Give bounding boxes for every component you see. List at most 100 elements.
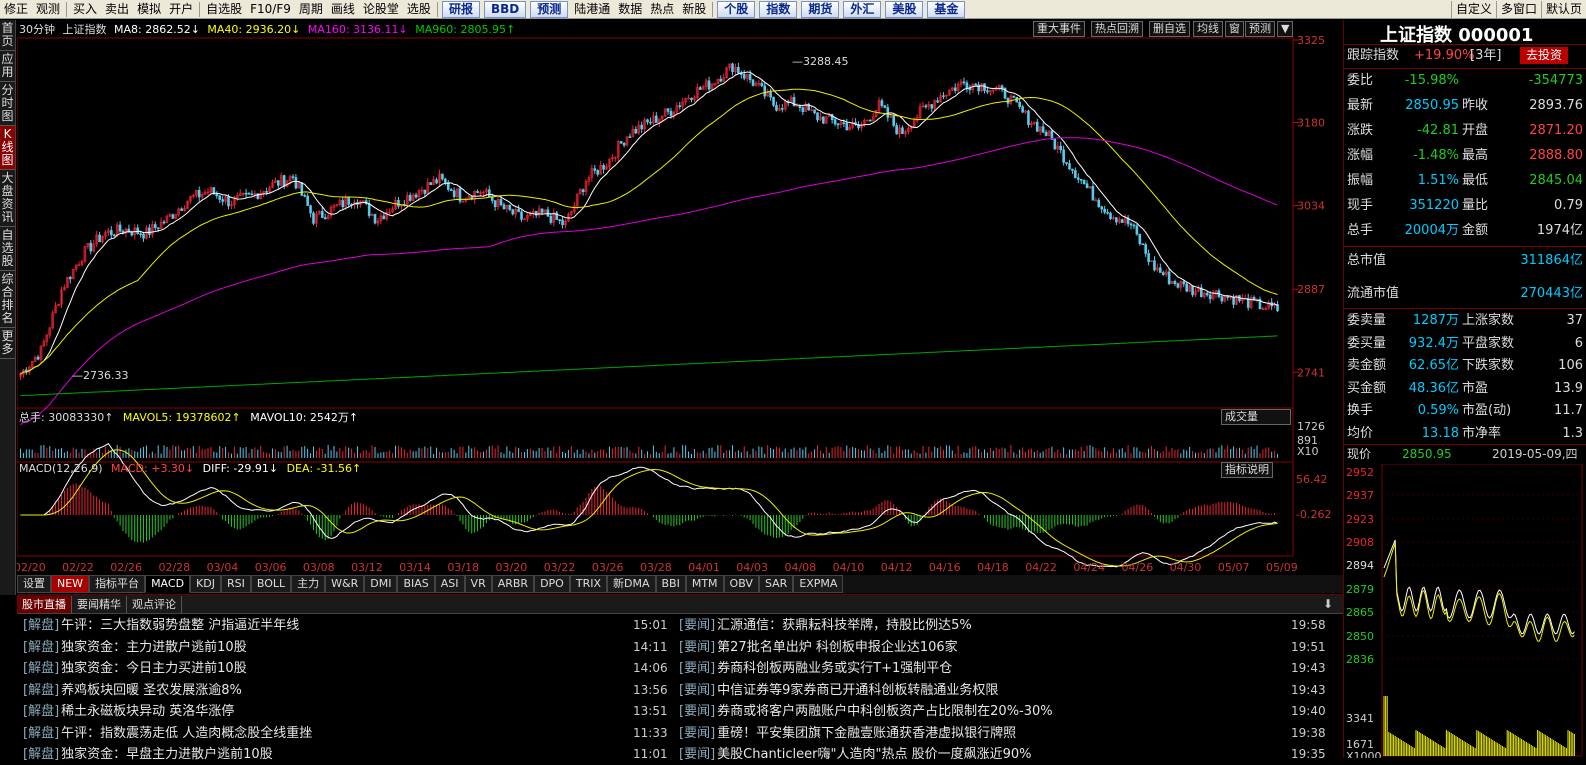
indicator-tab-4[interactable]: KDJ bbox=[190, 575, 221, 593]
indicator-tab-11[interactable]: ASI bbox=[434, 575, 465, 593]
chart-button-1[interactable]: 热点回溯 bbox=[1091, 21, 1143, 37]
news-title[interactable]: 重磅！平安集团旗下金融壹账通获香港虚拟银行牌照 bbox=[717, 726, 1016, 741]
news-item-left[interactable]: [解盘] 独家资金：今日主力买进前10股 14:06 bbox=[23, 658, 668, 679]
indicator-tab-8[interactable]: W&R bbox=[325, 575, 365, 593]
toolbar-right-1[interactable]: 多窗口 bbox=[1495, 0, 1541, 18]
indicator-tab-18[interactable]: MTM bbox=[685, 575, 724, 593]
invest-button[interactable]: 去投资 bbox=[1520, 47, 1569, 64]
toolbar-button-2[interactable]: 预测 bbox=[530, 0, 569, 18]
indicator-tab-21[interactable]: EXPMA bbox=[793, 575, 844, 593]
indicator-help-button[interactable]: 指标说明 bbox=[1221, 462, 1273, 478]
news-title[interactable]: 独家资金：主力进散户逃前10股 bbox=[61, 640, 247, 655]
news-item-right[interactable]: [要闻] 汇源通信：获鼎耘科技举牌，持股比例达5% 19:58 bbox=[679, 615, 1326, 636]
news-title[interactable]: 中信证券等9家券商已开通科创板转融通业务权限 bbox=[717, 683, 998, 698]
indicator-tab-20[interactable]: SAR bbox=[758, 575, 794, 593]
chart-button-0[interactable]: 重大事件 bbox=[1033, 21, 1085, 37]
indicator-tab-15[interactable]: TRIX bbox=[569, 575, 607, 593]
toolbar-item-10[interactable]: 论股堂 bbox=[359, 1, 403, 18]
toolbar-button-3[interactable]: 陆港通 bbox=[570, 1, 614, 18]
news-item-left[interactable]: [解盘] 独家资金：主力进散户逃前10股 14:11 bbox=[23, 637, 668, 658]
toolbar-button-11[interactable]: 美股 bbox=[885, 0, 924, 18]
news-item-left[interactable]: [解盘] 稀土永磁板块异动 英洛华涨停 13:51 bbox=[23, 701, 668, 722]
news-item-right[interactable]: [要闻] 中信证券等9家券商已开通科创板转融通业务权限 19:43 bbox=[679, 680, 1326, 701]
indicator-tab-17[interactable]: BBI bbox=[655, 575, 686, 593]
left-nav-item-5[interactable]: 自选股 bbox=[0, 227, 15, 271]
download-icon[interactable]: ⬇ bbox=[1313, 597, 1343, 611]
period-label[interactable]: 30分钟 bbox=[19, 23, 55, 36]
left-nav-item-3[interactable]: K线图 bbox=[0, 126, 15, 170]
news-item-left[interactable]: [解盘] 养鸡板块回暖 圣农发展涨逾8% 13:56 bbox=[23, 680, 668, 701]
news-title[interactable]: 午评：指数震荡走低 人造肉概念股全线重挫 bbox=[61, 726, 312, 741]
left-nav-item-7[interactable]: 更多 bbox=[0, 328, 15, 359]
chart-button-4[interactable]: 窗 bbox=[1225, 21, 1244, 37]
toolbar-button-4[interactable]: 数据 bbox=[614, 1, 646, 18]
chart-button-6[interactable]: ▼ bbox=[1277, 21, 1294, 37]
indicator-tab-5[interactable]: RSI bbox=[220, 575, 251, 593]
chart-button-3[interactable]: 均线 bbox=[1193, 21, 1223, 37]
news-tab-0[interactable]: 股市直播 bbox=[17, 595, 72, 613]
chart-button-2[interactable]: 删自选 bbox=[1149, 21, 1190, 37]
news-item-right[interactable]: [要闻] 第27批名单出炉 科创板申报企业达106家 19:51 bbox=[679, 637, 1326, 658]
toolbar-item-9[interactable]: 画线 bbox=[327, 1, 359, 18]
left-nav-item-2[interactable]: 分时图 bbox=[0, 82, 15, 126]
toolbar-button-9[interactable]: 期货 bbox=[801, 0, 840, 18]
news-title[interactable]: 独家资金：今日主力买进前10股 bbox=[61, 661, 247, 676]
news-title[interactable]: 汇源通信：获鼎耘科技举牌，持股比例达5% bbox=[717, 618, 972, 633]
news-title[interactable]: 券商或将客户两融账户中科创板资产占比限制在20%-30% bbox=[717, 704, 1052, 719]
indicator-tab-7[interactable]: 主力 bbox=[291, 575, 326, 593]
toolbar-button-12[interactable]: 基金 bbox=[927, 0, 966, 18]
toolbar-item-8[interactable]: 周期 bbox=[295, 1, 327, 18]
news-item-right[interactable]: [要闻] 券商科创板两融业务或实行T+1强制平仓 19:43 bbox=[679, 658, 1326, 679]
toolbar-item-7[interactable]: F10/F9 bbox=[246, 1, 295, 18]
news-item-right[interactable]: [要闻] 券商或将客户两融账户中科创板资产占比限制在20%-30% 19:40 bbox=[679, 701, 1326, 722]
toolbar-item-1[interactable]: 观测 bbox=[32, 1, 64, 18]
news-item-right[interactable]: [要闻] 美股Chanticleer嗨"人造肉"热点 股价一度飙涨近90% 19:3… bbox=[679, 744, 1326, 765]
news-title[interactable]: 独家资金：早盘主力进散户逃前10股 bbox=[61, 747, 273, 762]
news-item-left[interactable]: [解盘] 午评：三大指数弱势盘整 沪指逼近半年线 15:01 bbox=[23, 615, 668, 636]
toolbar-button-7[interactable]: 个股 bbox=[717, 0, 756, 18]
toolbar-button-6[interactable]: 新股 bbox=[678, 1, 710, 18]
indicator-tab-14[interactable]: DPO bbox=[534, 575, 570, 593]
news-item-right[interactable]: [要闻] 重磅！平安集团旗下金融壹账通获香港虚拟银行牌照 19:38 bbox=[679, 723, 1326, 744]
toolbar-button-1[interactable]: BBD bbox=[483, 0, 527, 18]
toolbar-button-8[interactable]: 指数 bbox=[759, 0, 798, 18]
toolbar-item-3[interactable]: 卖出 bbox=[101, 1, 133, 18]
toolbar-item-0[interactable]: 修正 bbox=[0, 1, 32, 18]
indicator-tab-12[interactable]: VR bbox=[464, 575, 492, 593]
news-title[interactable]: 第27批名单出炉 科创板申报企业达106家 bbox=[717, 640, 958, 655]
toolbar-item-6[interactable]: 自选股 bbox=[202, 1, 246, 18]
indicator-tab-0[interactable]: 设置 bbox=[17, 575, 51, 593]
news-title[interactable]: 美股Chanticleer嗨"人造肉"热点 股价一度飙涨近90% bbox=[717, 747, 1031, 762]
news-item-left[interactable]: [解盘] 午评：指数震荡走低 人造肉概念股全线重挫 11:33 bbox=[23, 723, 668, 744]
news-item-left[interactable]: [解盘] 独家资金：早盘主力进散户逃前10股 11:01 bbox=[23, 744, 668, 765]
news-tab-1[interactable]: 要闻精华 bbox=[72, 595, 127, 613]
indicator-tab-1[interactable]: NEW bbox=[51, 575, 90, 593]
indicator-tab-16[interactable]: 新DMA bbox=[607, 575, 656, 593]
news-title[interactable]: 券商科创板两融业务或实行T+1强制平仓 bbox=[717, 661, 952, 676]
left-nav-item-0[interactable]: 首页 bbox=[0, 20, 15, 51]
left-nav-item-1[interactable]: 应用 bbox=[0, 51, 15, 82]
indicator-tab-3[interactable]: MACD bbox=[145, 575, 191, 593]
indicator-tab-9[interactable]: DMI bbox=[364, 575, 398, 593]
news-title[interactable]: 午评：三大指数弱势盘整 沪指逼近半年线 bbox=[61, 618, 299, 633]
indicator-tab-19[interactable]: OBV bbox=[723, 575, 759, 593]
toolbar-right-0[interactable]: 自定义 bbox=[1450, 0, 1496, 18]
toolbar-item-11[interactable]: 选股 bbox=[403, 1, 435, 18]
toolbar-button-0[interactable]: 研报 bbox=[441, 0, 480, 18]
news-title[interactable]: 稀土永磁板块异动 英洛华涨停 bbox=[61, 704, 234, 719]
indicator-select[interactable]: 成交量 bbox=[1221, 409, 1291, 425]
left-nav-item-4[interactable]: 大盘资讯 bbox=[0, 170, 15, 227]
toolbar-right-2[interactable]: 默认页 bbox=[1540, 0, 1586, 18]
news-title[interactable]: 养鸡板块回暖 圣农发展涨逾8% bbox=[61, 683, 242, 698]
indicator-tab-10[interactable]: BIAS bbox=[397, 575, 435, 593]
toolbar-button-5[interactable]: 热点 bbox=[646, 1, 678, 18]
toolbar-button-10[interactable]: 外汇 bbox=[843, 0, 882, 18]
toolbar-item-5[interactable]: 开户 bbox=[165, 1, 197, 18]
toolbar-item-2[interactable]: 买入 bbox=[69, 1, 101, 18]
left-nav-item-6[interactable]: 综合排名 bbox=[0, 271, 15, 328]
indicator-tab-2[interactable]: 指标平台 bbox=[89, 575, 146, 593]
indicator-tab-13[interactable]: ARBR bbox=[491, 575, 535, 593]
indicator-tab-6[interactable]: BOLL bbox=[250, 575, 292, 593]
toolbar-item-4[interactable]: 模拟 bbox=[133, 1, 165, 18]
chart-button-5[interactable]: 预测 bbox=[1245, 21, 1275, 37]
